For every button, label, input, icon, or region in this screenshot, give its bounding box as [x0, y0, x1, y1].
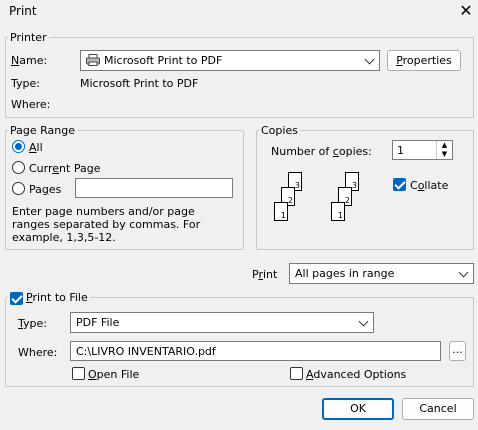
printer-group-label: Printer: [10, 31, 47, 44]
file-path-value: C:\LIVRO INVENTARIO.pdf: [76, 345, 216, 358]
chevron-down-icon: [364, 54, 375, 65]
radio-all[interactable]: [12, 140, 25, 153]
radio-all-label[interactable]: All: [29, 141, 43, 154]
printer-icon: [86, 54, 100, 66]
chevron-down-icon: [358, 316, 369, 327]
radio-pages-label[interactable]: Pages: [29, 183, 61, 196]
printer-name-label: Name:: [11, 54, 48, 67]
open-file-checkbox[interactable]: [72, 367, 85, 380]
print-to-file-checkbox[interactable]: [10, 292, 23, 305]
printer-name-value: Microsoft Print to PDF: [104, 54, 223, 67]
browse-button[interactable]: ...: [449, 341, 466, 361]
page-range-hint: Enter page numbers and/or page ranges se…: [12, 205, 201, 244]
file-path-input[interactable]: C:\LIVRO INVENTARIO.pdf: [70, 341, 441, 361]
file-type-label: Type:: [18, 317, 47, 330]
radio-current-page[interactable]: [12, 161, 25, 174]
collate-page-1b: 1: [331, 202, 345, 221]
dialog-title: Print: [9, 4, 37, 18]
radio-pages[interactable]: [12, 182, 25, 195]
chevron-down-icon: [458, 267, 469, 278]
print-to-file-label[interactable]: Print to File: [26, 291, 88, 304]
spinner-up-icon[interactable]: ▲: [436, 141, 452, 150]
printer-type-label: Type:: [11, 77, 40, 90]
advanced-options-label[interactable]: Advanced Options: [306, 368, 406, 381]
printer-where-label: Where:: [11, 98, 51, 111]
spinner-down-icon[interactable]: ▼: [436, 150, 452, 159]
properties-button[interactable]: Properties: [387, 50, 461, 71]
file-where-label: Where:: [18, 346, 58, 359]
page-range-group-label: Page Range: [10, 124, 75, 137]
print-label: Print: [252, 268, 278, 281]
advanced-options-checkbox[interactable]: [290, 367, 303, 380]
copies-spinner[interactable]: 1 ▲ ▼: [392, 140, 453, 160]
cancel-button[interactable]: Cancel: [402, 398, 474, 420]
ok-button[interactable]: OK: [322, 398, 394, 420]
collate-page-1a: 1: [274, 202, 288, 221]
collate-label[interactable]: Collate: [410, 179, 448, 192]
number-of-copies-label: Number of copies:: [271, 145, 372, 158]
file-type-value: PDF File: [76, 316, 120, 329]
open-file-label[interactable]: Open File: [88, 368, 139, 381]
pages-input[interactable]: [75, 178, 233, 198]
collate-checkbox[interactable]: [393, 178, 406, 191]
printer-group: Printer: [5, 31, 474, 118]
copies-value: 1: [397, 144, 404, 157]
file-type-select[interactable]: PDF File: [70, 312, 374, 333]
close-icon[interactable]: ✕: [458, 2, 474, 20]
print-range-select[interactable]: All pages in range: [289, 263, 474, 284]
radio-current-page-label[interactable]: Current Page: [29, 162, 100, 175]
printer-name-select[interactable]: Microsoft Print to PDF: [80, 50, 380, 71]
print-range-value: All pages in range: [295, 267, 395, 280]
copies-group-label: Copies: [261, 124, 298, 137]
printer-type-value: Microsoft Print to PDF: [80, 77, 199, 90]
